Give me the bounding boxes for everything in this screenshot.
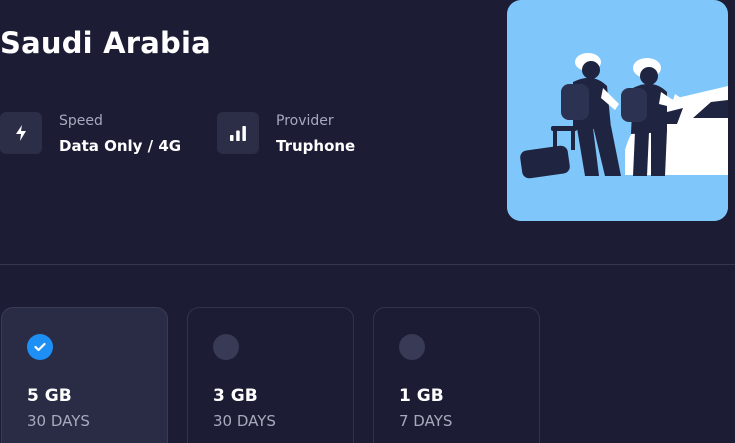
speed-value: Data Only / 4G [59, 137, 182, 155]
plan-size: 5 GB [27, 386, 72, 406]
provider-label: Provider [276, 113, 334, 129]
radio-icon[interactable] [213, 334, 239, 360]
lightning-icon [0, 112, 42, 154]
speed-label: Speed [59, 113, 103, 129]
page-title: Saudi Arabia [0, 26, 211, 60]
plan-card-1gb[interactable]: 1 GB 7 DAYS [373, 307, 540, 443]
plan-duration: 7 DAYS [399, 412, 453, 430]
provider-info: Provider Truphone [217, 112, 355, 156]
travelers-illustration [507, 0, 728, 221]
plan-size: 3 GB [213, 386, 258, 406]
plan-card-5gb[interactable]: 5 GB 30 DAYS [1, 307, 168, 443]
plan-size: 1 GB [399, 386, 444, 406]
signal-bars-icon [217, 112, 259, 154]
plan-duration: 30 DAYS [27, 412, 90, 430]
provider-value: Truphone [276, 137, 356, 155]
plan-card-3gb[interactable]: 3 GB 30 DAYS [187, 307, 354, 443]
plan-duration: 30 DAYS [213, 412, 276, 430]
section-divider [0, 264, 735, 265]
radio-icon[interactable] [399, 334, 425, 360]
checkmark-icon[interactable] [27, 334, 53, 360]
speed-info: Speed Data Only / 4G [0, 112, 181, 156]
